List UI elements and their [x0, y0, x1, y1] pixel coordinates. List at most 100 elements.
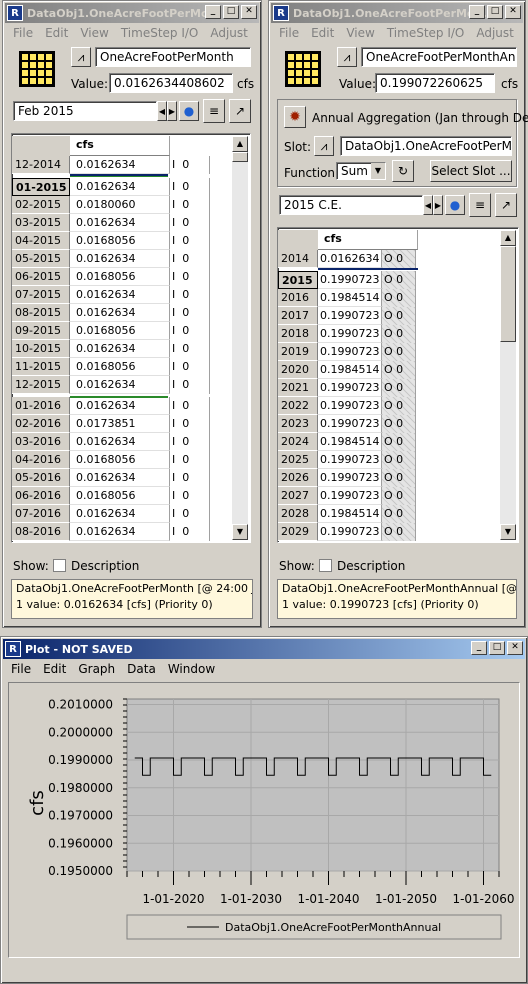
table-row[interactable]: 2014 0.0162634 O 0 — [278, 250, 416, 268]
row-value[interactable]: 0.0168056 — [70, 358, 170, 376]
table-row[interactable]: 02-2015 0.0180060 I 0 — [12, 196, 210, 214]
plot-view-icon[interactable]: ↗ — [495, 193, 517, 217]
row-value[interactable]: 0.1990723 — [318, 523, 382, 541]
row-header[interactable]: 2014 — [278, 250, 318, 268]
minimize-button[interactable]: _ — [469, 5, 485, 19]
row-header[interactable]: 01-2016 — [12, 397, 70, 415]
globe-icon[interactable]: ● — [445, 195, 465, 215]
row-value[interactable]: 0.0162634 — [70, 433, 170, 451]
plot-titlebar[interactable]: R Plot - NOT SAVED _ □ ✕ — [3, 639, 525, 659]
menu-window[interactable]: Window — [162, 662, 221, 676]
maximize-button[interactable]: □ — [223, 5, 239, 19]
table-row[interactable]: 2015 0.1990723 O 0 — [278, 271, 416, 289]
close-button[interactable]: ✕ — [507, 641, 523, 655]
row-value[interactable]: 0.0162634 — [318, 250, 382, 268]
table-row[interactable]: 02-2016 0.0173851 I 0 — [12, 415, 210, 433]
slot-graph-icon[interactable]: ⩘ — [314, 136, 334, 156]
line-graph-icon[interactable]: ⩘ — [71, 47, 91, 67]
menu-edit[interactable]: Edit — [37, 662, 72, 676]
row-value[interactable]: 0.1984514 — [318, 361, 382, 379]
row-header[interactable]: 2029 — [278, 523, 318, 541]
left-titlebar[interactable]: R DataObj1.OneAcreFootPerMo... _ □ ✕ — [5, 3, 259, 23]
row-header[interactable]: 09-2015 — [12, 322, 70, 340]
row-value[interactable]: 0.0168056 — [70, 451, 170, 469]
table-row[interactable]: 2024 0.1984514 O 0 — [278, 433, 416, 451]
aggregation-graph-icon[interactable]: ⩘ — [337, 47, 357, 67]
menu-file[interactable]: File — [7, 26, 39, 40]
row-header[interactable]: 01-2015 — [12, 178, 70, 196]
row-value[interactable]: 0.1984514 — [318, 433, 382, 451]
row-header[interactable]: 2018 — [278, 325, 318, 343]
column-header[interactable]: cfs — [70, 136, 170, 156]
maximize-button[interactable]: □ — [487, 5, 503, 19]
slot-name-field[interactable]: OneAcreFootPerMonthAnnual — [361, 47, 517, 67]
row-value[interactable]: 0.0168056 — [70, 487, 170, 505]
select-slot-button[interactable]: Select Slot ... — [430, 160, 512, 182]
table-row[interactable]: 2019 0.1990723 O 0 — [278, 343, 416, 361]
row-value[interactable]: 0.0162634 — [70, 397, 170, 415]
row-header[interactable]: 04-2016 — [12, 451, 70, 469]
row-header[interactable]: 2026 — [278, 469, 318, 487]
row-header[interactable]: 08-2016 — [12, 523, 70, 541]
row-value[interactable]: 0.1990723 — [318, 325, 382, 343]
table-row[interactable]: 2021 0.1990723 O 0 — [278, 379, 416, 397]
menu-edit[interactable]: Edit — [39, 26, 74, 40]
table-row[interactable]: 03-2015 0.0162634 I 0 — [12, 214, 210, 232]
scroll-thumb[interactable] — [500, 246, 516, 342]
row-value[interactable]: 0.0162634 — [70, 523, 170, 541]
date-prev-button[interactable]: ◀ — [157, 101, 167, 121]
table-row[interactable]: 08-2015 0.0162634 I 0 — [12, 304, 210, 322]
scroll-thumb[interactable] — [232, 152, 248, 162]
row-header[interactable]: 04-2015 — [12, 232, 70, 250]
row-header[interactable]: 06-2015 — [12, 268, 70, 286]
scroll-up-arrow[interactable]: ▲ — [500, 230, 516, 246]
row-header[interactable]: 2025 — [278, 451, 318, 469]
right-vertical-scrollbar[interactable]: ▲ ▼ — [500, 230, 516, 540]
row-value[interactable]: 0.0162634 — [70, 469, 170, 487]
date-next-button[interactable]: ▶ — [167, 101, 177, 121]
plot-view-icon[interactable]: ↗ — [229, 99, 251, 123]
row-value[interactable]: 0.0162634 — [70, 376, 170, 394]
value-field[interactable]: 0.199072260625 — [375, 73, 495, 93]
row-header[interactable]: 2017 — [278, 307, 318, 325]
row-value[interactable]: 0.0168056 — [70, 268, 170, 286]
row-value[interactable]: 0.0168056 — [70, 232, 170, 250]
row-value[interactable]: 0.1990723 — [318, 469, 382, 487]
row-header[interactable]: 05-2016 — [12, 469, 70, 487]
row-value[interactable]: 0.0162634 — [70, 250, 170, 268]
table-row[interactable]: 12-2015 0.0162634 I 0 — [12, 376, 210, 394]
date-field[interactable]: 2015 C.E. — [279, 195, 423, 215]
row-header[interactable]: 02-2015 — [12, 196, 70, 214]
table-row[interactable]: 01-2016 0.0162634 I 0 — [12, 397, 210, 415]
row-header[interactable]: 2024 — [278, 433, 318, 451]
row-value[interactable]: 0.1990723 — [318, 307, 382, 325]
row-header[interactable]: 2027 — [278, 487, 318, 505]
row-value[interactable]: 0.0162634 — [70, 214, 170, 232]
left-vertical-scrollbar[interactable]: ▲ ▼ — [232, 136, 248, 540]
row-value[interactable]: 0.0162634 — [70, 505, 170, 523]
menu-adjust[interactable]: Adjust — [470, 26, 520, 40]
menu-file[interactable]: File — [273, 26, 305, 40]
menu-view[interactable]: View — [74, 26, 114, 40]
date-next-button[interactable]: ▶ — [433, 195, 443, 215]
menu-data[interactable]: Data — [121, 662, 162, 676]
row-header[interactable]: 03-2015 — [12, 214, 70, 232]
row-value[interactable]: 0.1990723 — [318, 487, 382, 505]
row-value[interactable]: 0.0162634 — [70, 304, 170, 322]
row-header[interactable]: 2015 — [278, 271, 318, 289]
table-row[interactable]: 06-2015 0.0168056 I 0 — [12, 268, 210, 286]
row-header[interactable]: 2028 — [278, 505, 318, 523]
right-titlebar[interactable]: R DataObj1.OneAcreFootPerMo... _ □ ✕ — [271, 3, 523, 23]
row-header[interactable]: 2023 — [278, 415, 318, 433]
table-row[interactable]: 04-2015 0.0168056 I 0 — [12, 232, 210, 250]
function-select[interactable]: Sum ▼ — [336, 162, 386, 180]
globe-icon[interactable]: ● — [179, 101, 199, 121]
menu-file[interactable]: File — [5, 662, 37, 676]
table-row[interactable]: 04-2016 0.0168056 I 0 — [12, 451, 210, 469]
table-row[interactable]: 2025 0.1990723 O 0 — [278, 451, 416, 469]
source-slot-field[interactable]: DataObj1.OneAcreFootPerMonth — [340, 136, 512, 156]
table-row[interactable]: 2026 0.1990723 O 0 — [278, 469, 416, 487]
table-row[interactable]: 12-2014 0.0162634 I 0 — [12, 156, 210, 174]
row-header[interactable]: 10-2015 — [12, 340, 70, 358]
slot-name-field[interactable]: OneAcreFootPerMonth — [95, 47, 251, 67]
